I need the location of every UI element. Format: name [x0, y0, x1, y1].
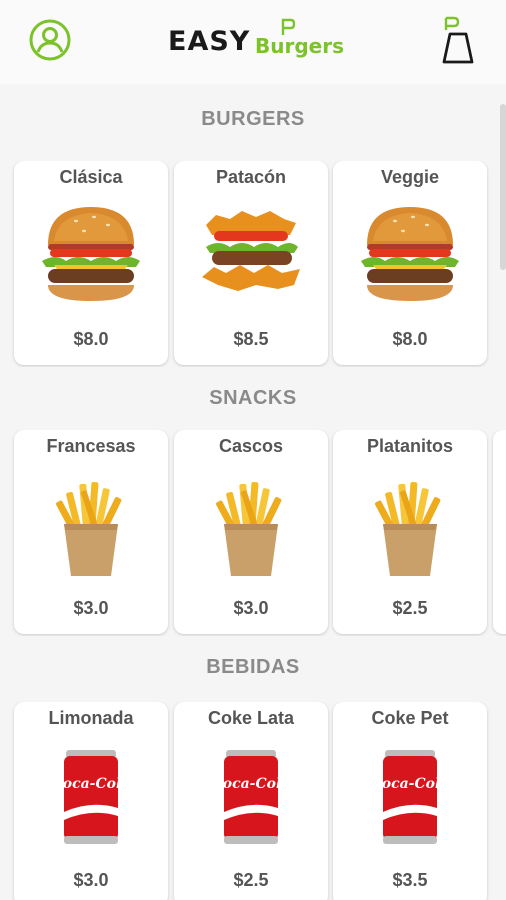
- product-name: Clásica: [59, 167, 123, 187]
- product-card[interactable]: Cascos $3.0: [174, 430, 328, 634]
- product-name: Coke Lata: [207, 708, 295, 728]
- product-card[interactable]: Limonada $3.0: [14, 702, 168, 900]
- bebidas-row: Limonada $3.0 Coke Lata $2.5 Coke Pet $3…: [0, 702, 506, 900]
- burger-icon: [42, 207, 140, 301]
- product-card[interactable]: Clásica $8.0: [14, 161, 168, 365]
- app-header: EASY Burgers: [0, 0, 506, 84]
- product-card[interactable]: Patacón $8.5: [174, 161, 328, 365]
- cart-bag-icon: [442, 16, 474, 64]
- product-price: $3.0: [73, 598, 109, 618]
- logo-easy-text: EASY: [168, 26, 251, 57]
- product-price: $2.5: [392, 598, 428, 618]
- product-name: Coke Pet: [371, 708, 449, 728]
- product-price: $2.5: [233, 870, 269, 890]
- product-card[interactable]: Coke Pet $3.5: [333, 702, 487, 900]
- product-price: $8.5: [233, 329, 269, 349]
- logo-burgers-text: Burgers: [255, 34, 344, 58]
- product-card[interactable]: Coke Lata $2.5: [174, 702, 328, 900]
- fries-icon: [215, 481, 283, 576]
- section-title-burgers: BURGERS: [201, 108, 305, 130]
- snacks-row: Francesas $3.0 Cascos $3.0 Platanitos $2…: [0, 430, 506, 636]
- soda-can-icon: [211, 750, 291, 844]
- product-price: $3.5: [392, 870, 428, 890]
- app-logo: EASY Burgers: [168, 18, 344, 62]
- product-name: Francesas: [46, 436, 136, 456]
- user-circle-icon: [29, 19, 71, 61]
- fries-icon: [55, 481, 123, 576]
- product-name: Veggie: [380, 167, 440, 187]
- product-price: $8.0: [392, 329, 428, 349]
- product-price: $3.0: [73, 870, 109, 890]
- product-card[interactable]: Francesas $3.0: [14, 430, 168, 634]
- product-card[interactable]: Veggie $8.0: [333, 161, 487, 365]
- section-title-snacks: SNACKS: [209, 387, 297, 409]
- logo-p-mark-icon: [281, 18, 295, 35]
- soda-can-icon: [51, 750, 131, 844]
- section-title-bebidas: BEBIDAS: [206, 656, 300, 678]
- patacon-burger-icon: [202, 211, 300, 291]
- product-price: $8.0: [73, 329, 109, 349]
- product-name: Cascos: [218, 436, 284, 456]
- profile-button[interactable]: [28, 18, 72, 62]
- product-name: Limonada: [48, 708, 134, 728]
- product-card[interactable]: Platanitos $2.5: [333, 430, 487, 634]
- product-price: $3.0: [233, 598, 269, 618]
- fries-icon: [374, 481, 442, 576]
- partial-product-card[interactable]: [493, 430, 506, 634]
- soda-can-icon: [370, 750, 450, 844]
- cart-button[interactable]: [440, 14, 474, 66]
- burger-icon: [361, 207, 459, 301]
- product-name: Patacón: [215, 167, 287, 187]
- product-name: Platanitos: [366, 436, 454, 456]
- burgers-row: Clásica $8.0 Patacón $8.5 Veggie $8.0: [0, 161, 506, 367]
